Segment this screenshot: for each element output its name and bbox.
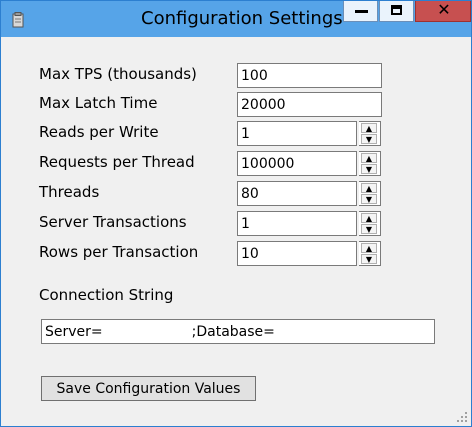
maximize-button[interactable] bbox=[379, 1, 414, 22]
spin-up-icon[interactable]: ▲ bbox=[361, 153, 377, 163]
reads-per-write-label: Reads per Write bbox=[39, 123, 159, 141]
max-latch-time-input[interactable] bbox=[237, 92, 382, 117]
maximize-icon bbox=[391, 5, 402, 15]
config-window: Configuration Settings ✕ Max TPS (thousa… bbox=[0, 0, 472, 427]
connection-string-input[interactable] bbox=[41, 319, 435, 344]
spin-up-icon[interactable]: ▲ bbox=[361, 123, 377, 133]
threads-spinner[interactable]: ▲ ▼ bbox=[359, 181, 381, 206]
reads-per-write-spinner[interactable]: ▲ ▼ bbox=[359, 121, 381, 146]
max-tps-input[interactable] bbox=[237, 63, 382, 88]
save-configuration-button[interactable]: Save Configuration Values bbox=[41, 376, 256, 401]
spin-up-icon[interactable]: ▲ bbox=[361, 213, 377, 223]
spin-up-icon[interactable]: ▲ bbox=[361, 183, 377, 193]
server-transactions-spinner[interactable]: ▲ ▼ bbox=[359, 211, 381, 236]
minimize-icon bbox=[355, 10, 368, 13]
threads-input[interactable] bbox=[237, 181, 357, 206]
spin-down-icon[interactable]: ▼ bbox=[361, 254, 377, 264]
server-transactions-label: Server Transactions bbox=[39, 213, 187, 231]
minimize-button[interactable] bbox=[343, 1, 378, 22]
max-tps-label: Max TPS (thousands) bbox=[39, 65, 197, 83]
spin-down-icon[interactable]: ▼ bbox=[361, 194, 377, 204]
rows-per-transaction-input[interactable] bbox=[237, 241, 357, 266]
rows-per-transaction-spinner[interactable]: ▲ ▼ bbox=[359, 241, 381, 266]
reads-per-write-input[interactable] bbox=[237, 121, 357, 146]
max-latch-time-label: Max Latch Time bbox=[39, 94, 158, 112]
rows-per-transaction-label: Rows per Transaction bbox=[39, 243, 199, 261]
resize-grip-icon[interactable] bbox=[456, 411, 468, 423]
spin-down-icon[interactable]: ▼ bbox=[361, 134, 377, 144]
app-icon bbox=[12, 12, 24, 28]
title-bar[interactable]: Configuration Settings ✕ bbox=[1, 0, 471, 37]
requests-per-thread-label: Requests per Thread bbox=[39, 153, 195, 171]
spin-down-icon[interactable]: ▼ bbox=[361, 224, 377, 234]
window-title: Configuration Settings bbox=[141, 8, 343, 29]
close-button[interactable]: ✕ bbox=[415, 0, 471, 22]
connection-string-label: Connection String bbox=[39, 286, 174, 304]
threads-label: Threads bbox=[39, 183, 100, 201]
requests-per-thread-spinner[interactable]: ▲ ▼ bbox=[359, 151, 381, 176]
server-transactions-input[interactable] bbox=[237, 211, 357, 236]
spin-down-icon[interactable]: ▼ bbox=[361, 164, 377, 174]
spin-up-icon[interactable]: ▲ bbox=[361, 243, 377, 253]
requests-per-thread-input[interactable] bbox=[237, 151, 357, 176]
close-icon: ✕ bbox=[437, 0, 451, 19]
